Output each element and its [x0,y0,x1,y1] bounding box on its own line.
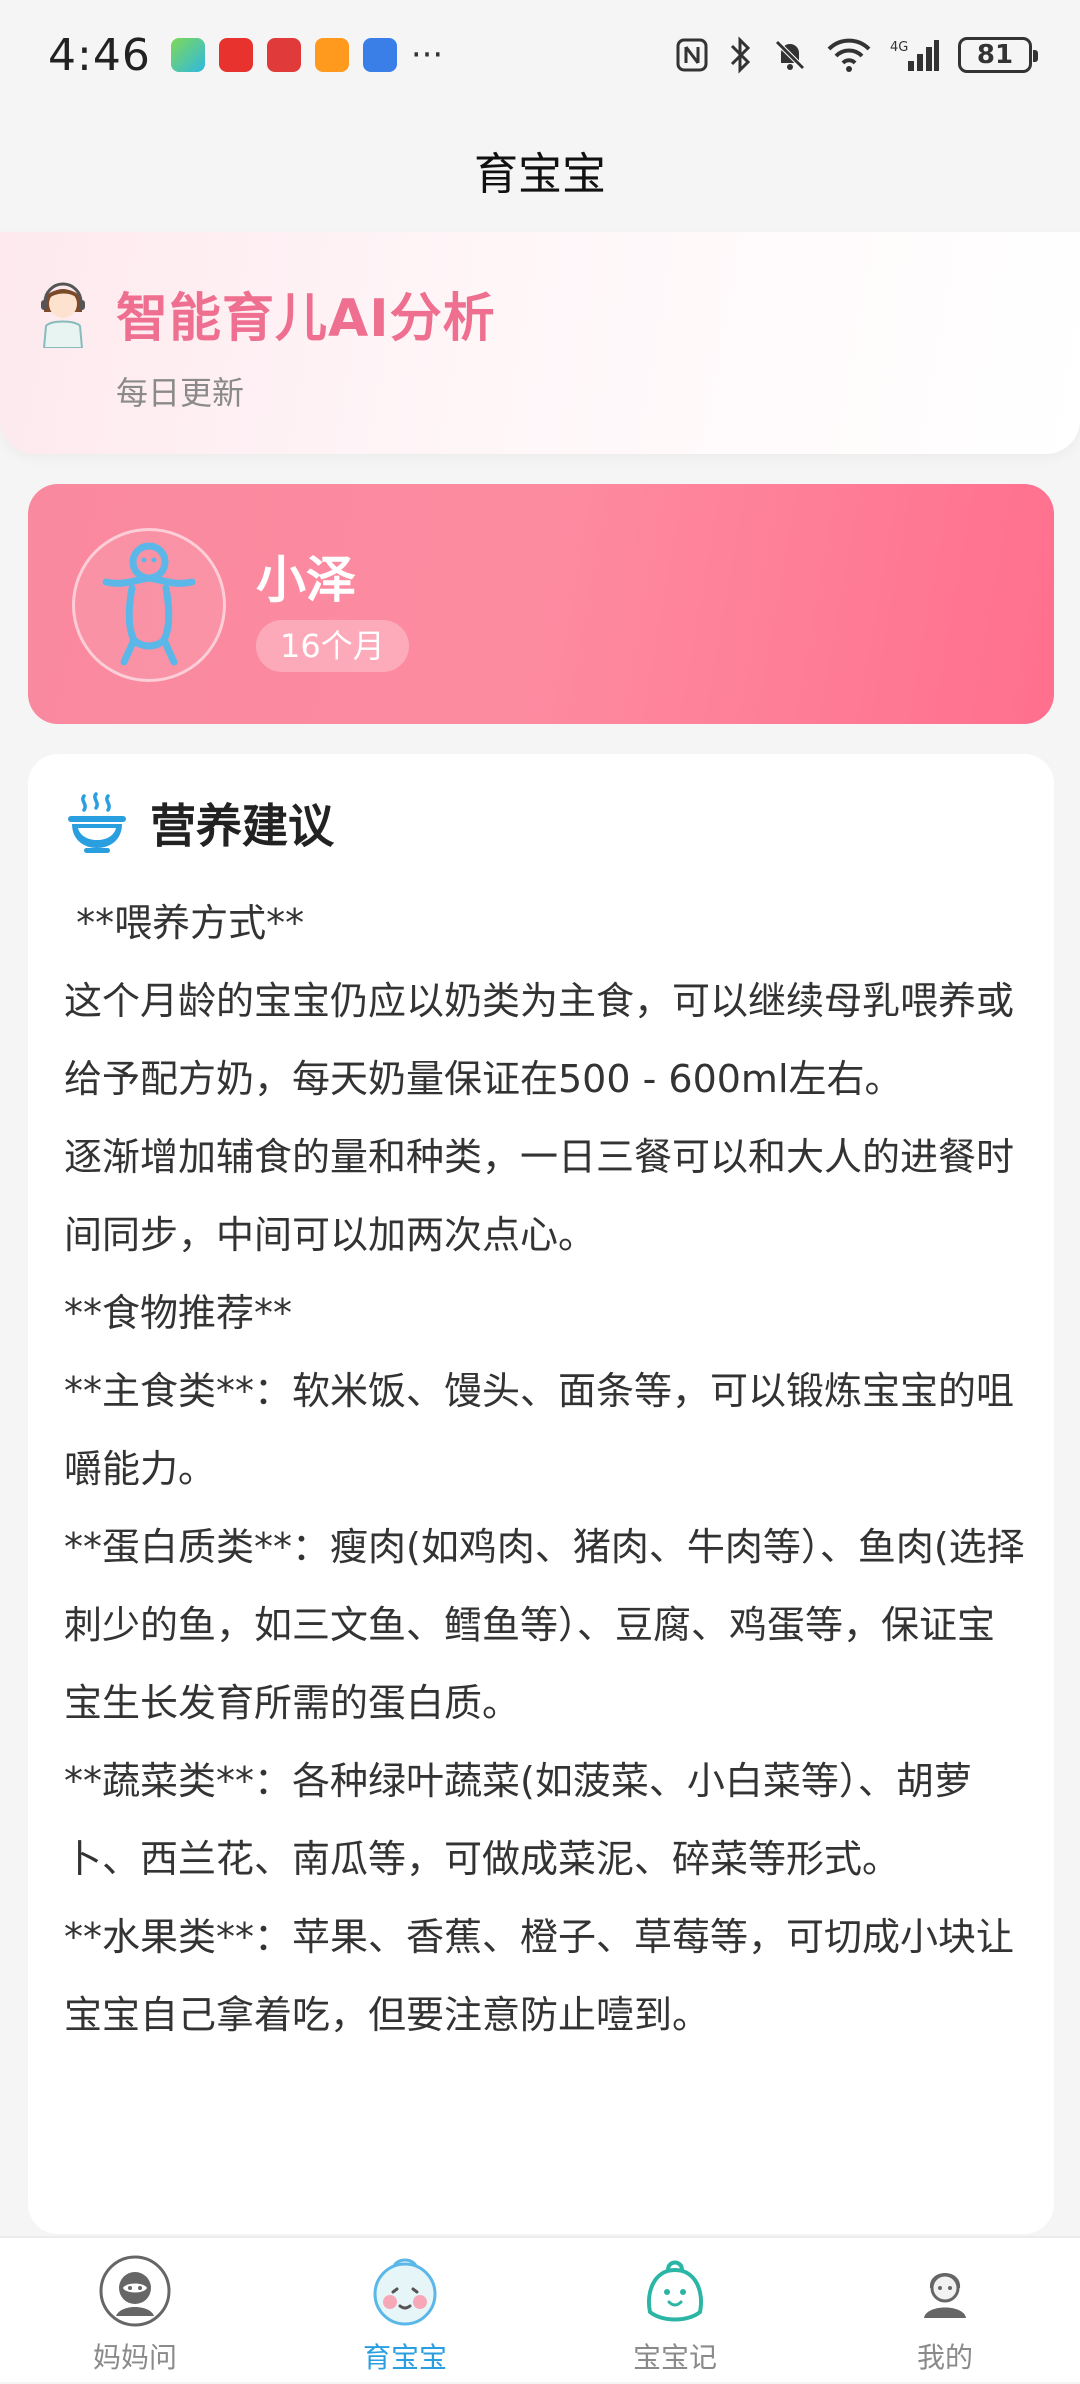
nutrition-content: **喂养方式** 这个月龄的宝宝仍应以奶类为主食，可以继续母乳喂养或给予配方奶，… [64,884,1030,2054]
ai-banner-subtitle: 每日更新 [116,374,245,412]
nutrition-line: **蛋白质类**：瘦肉(如鸡肉、猪肉、牛肉等）、鱼肉(选择刺少的鱼，如三文鱼、鳕… [64,1525,1025,1725]
mom-ask-icon [99,2255,171,2327]
profile-icon [924,2273,966,2318]
nav-label-baby-record: 宝宝记 [632,2341,717,2374]
app-notification-icon [170,38,205,72]
title-bar: 育宝宝 [0,110,1080,230]
nav-item-baby-care[interactable]: 育宝宝 [270,2238,540,2384]
nutrition-line: **水果类**：苹果、香蕉、橙子、草莓等，可切成小块让宝宝自己拿着吃，但要注意防… [64,1915,1015,2037]
bottom-nav: 妈妈问 育宝宝 宝宝记 我的 [0,2236,1080,2382]
baby-avatar [72,528,226,682]
status-time: 4:46 [48,29,151,81]
assistant-avatar-icon [41,282,85,348]
baby-face-icon [373,2258,437,2326]
ai-analysis-banner[interactable]: 智能育儿AI分析 每日更新 [0,232,1080,454]
nutrition-advice-card: 营养建议 **喂养方式** 这个月龄的宝宝仍应以奶类为主食，可以继续母乳喂养或给… [28,754,1054,2234]
nav-item-mom-ask[interactable]: 妈妈问 [0,2238,270,2384]
nav-label-baby-care: 育宝宝 [362,2341,447,2374]
nutrition-line: **主食类**：软米饭、馒头、面条等，可以锻炼宝宝的咀嚼能力。 [64,1369,1015,1491]
battery-indicator: 81 [958,37,1038,73]
baby-figure-icon [102,542,196,666]
nav-item-baby-record[interactable]: 宝宝记 [540,2238,810,2384]
app-notification-icon [362,38,397,72]
baby-name: 小泽 [256,551,356,609]
app-notification-icon [266,38,301,72]
more-notifications-icon: ··· [410,35,444,75]
app-notification-icon [314,38,349,72]
status-bar: 4:46 ··· 4G 81 [0,0,1080,110]
ai-banner-title: 智能育儿AI分析 [116,289,496,349]
baby-record-icon [647,2260,703,2322]
baby-age-badge: 16个月 [256,620,409,672]
nutrition-line: 这个月龄的宝宝仍应以奶类为主食，可以继续母乳喂养或给予配方奶，每天奶量保证在50… [64,979,1015,1101]
nav-label-mom-ask: 妈妈问 [92,2341,177,2374]
page-title: 育宝宝 [474,149,606,200]
bluetooth-icon [730,36,751,74]
bowl-icon [68,792,126,853]
notification-icons [170,38,397,72]
wifi-icon [827,38,871,72]
nav-label-profile: 我的 [916,2341,973,2374]
app-notification-icon [218,38,253,72]
nav-item-profile[interactable]: 我的 [810,2238,1080,2384]
nutrition-line: **蔬菜类**：各种绿叶蔬菜(如菠菜、小白菜等）、胡萝卜、西兰花、南瓜等，可做成… [64,1759,972,1881]
nutrition-title: 营养建议 [150,799,334,853]
mute-bell-icon [775,40,805,70]
nutrition-line: **食物推荐** [64,1291,293,1335]
nutrition-line: **喂养方式** [64,901,305,945]
nutrition-line: 逐渐增加辅食的量和种类，一日三餐可以和大人的进餐时间同步，中间可以加两次点心。 [64,1135,1015,1257]
nutrition-header: 营养建议 [64,790,334,856]
baby-profile-card[interactable]: 小泽 16个月 [28,484,1054,724]
battery-level: 81 [976,40,1014,70]
svg-text:4G: 4G [890,40,908,55]
nfc-icon [676,38,708,72]
signal-4g-icon: 4G [890,40,939,71]
